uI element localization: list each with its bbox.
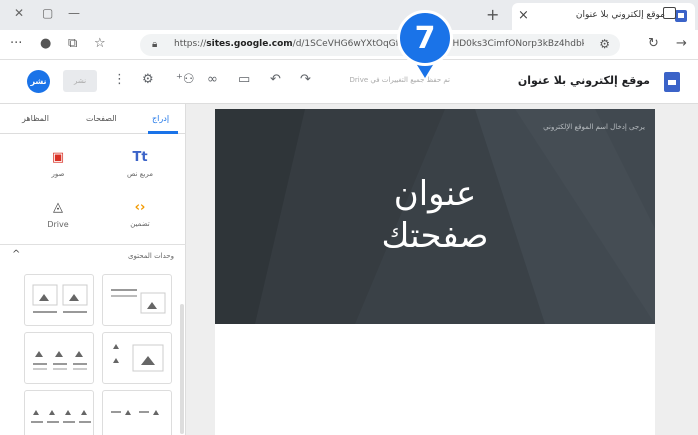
insert-panel: إدراج الصفحات المظاهر Tt مربع نص ▣ صور ‹…: [0, 104, 186, 435]
favorites-icon[interactable]: ☆: [94, 37, 106, 51]
window-minimize-icon[interactable]: —: [68, 6, 80, 20]
tab-title: موقع إلكتروني بلا عنوان: [575, 10, 665, 20]
layout-three-images-preview: [33, 351, 87, 370]
tab-insert[interactable]: إدراج: [152, 114, 169, 123]
chevron-up-icon[interactable]: ^: [12, 249, 20, 260]
undo-icon[interactable]: ↶: [270, 72, 281, 88]
share-with-others-icon[interactable]: ⁺⚇: [176, 72, 195, 88]
tab-close-icon[interactable]: ×: [518, 8, 529, 23]
back-arrow-icon[interactable]: →: [676, 37, 687, 51]
page-title[interactable]: عنوان صفحتك: [215, 173, 655, 257]
layout-four-images[interactable]: [24, 390, 94, 435]
profile-icon[interactable]: ●: [40, 37, 51, 51]
layout-text-images-row-preview: [111, 410, 159, 415]
url-field[interactable]: 🔒︎ https://sites.google.com/d/1SCeVHG6wY…: [140, 34, 620, 56]
tab-pages[interactable]: الصفحات: [86, 114, 117, 123]
layout-text-image-preview: [111, 289, 166, 314]
layout-four-images-preview: [31, 410, 91, 423]
text-box-icon: Tt: [132, 150, 148, 165]
site-settings-icon[interactable]: ⚙: [599, 37, 610, 51]
images-tool[interactable]: ▣ صور: [28, 150, 88, 178]
more-menu-icon[interactable]: ···: [10, 37, 22, 51]
content-blocks-header[interactable]: وحدات المحتوى ^: [0, 244, 186, 266]
embed-label: تضمين: [130, 220, 150, 228]
redo-icon[interactable]: ↷: [300, 72, 311, 88]
url-text: https://sites.google.com/d/1SCeVHG6wYXtO…: [174, 39, 584, 49]
layout-two-images-preview: [32, 284, 88, 313]
page-title-line-2: صفحتك: [381, 216, 489, 256]
tab-actions-icon[interactable]: [663, 7, 676, 19]
page-title-line-1: عنوان: [393, 174, 477, 214]
embed-tool[interactable]: ‹› تضمين: [110, 200, 170, 228]
embed-icon: ‹›: [134, 200, 146, 215]
window-close-icon[interactable]: ✕: [14, 6, 24, 20]
site-name-field[interactable]: موقع إلكتروني بلا عنوان: [518, 74, 650, 87]
image-icon: ▣: [51, 150, 65, 165]
preview-icon[interactable]: ▭: [238, 72, 250, 88]
page-header-section[interactable]: يرجى إدخال اسم الموقع الإلكتروني عنوان ص…: [215, 109, 655, 324]
link-icon[interactable]: ∞: [207, 72, 218, 88]
editor-canvas[interactable]: يرجى إدخال اسم الموقع الإلكتروني عنوان ص…: [186, 104, 698, 435]
refresh-icon[interactable]: ↻: [648, 37, 659, 51]
images-label: صور: [51, 170, 65, 178]
content-blocks-label: وحدات المحتوى: [128, 252, 174, 260]
publish-button[interactable]: نشر: [27, 70, 50, 93]
active-tab-indicator: [148, 131, 178, 134]
browser-address-bar: ··· ● ⧉ ☆ 🔒︎ https://sites.google.com/d/…: [0, 30, 698, 60]
share-button[interactable]: نشر: [63, 70, 97, 92]
layout-text-images-row[interactable]: [102, 390, 172, 435]
text-box-label: مربع نص: [126, 170, 154, 178]
collections-icon[interactable]: ⧉: [68, 37, 77, 51]
window-restore-icon[interactable]: ▢: [42, 6, 53, 20]
layout-text-image[interactable]: [102, 274, 172, 326]
text-box-tool[interactable]: Tt مربع نص: [110, 150, 170, 178]
step-number-badge: 7: [397, 10, 453, 66]
new-tab-button[interactable]: +: [486, 5, 499, 24]
sites-editor-toolbar: نشر نشر ⋮ ⚙ ⁺⚇ ∞ ▭ ↶ ↷ تم حفظ جميع التغي…: [0, 60, 698, 104]
layout-three-images[interactable]: [24, 332, 94, 384]
sites-favicon-icon: [675, 10, 687, 22]
layout-image-list-preview: [113, 344, 164, 372]
sites-logo-icon[interactable]: [664, 72, 680, 92]
panel-scrollbar[interactable]: [180, 304, 184, 434]
drive-label: Drive: [47, 220, 69, 229]
tab-themes[interactable]: المظاهر: [22, 114, 49, 123]
lock-icon: 🔒︎: [152, 39, 158, 50]
panel-tabs: إدراج الصفحات المظاهر: [0, 104, 186, 134]
drive-tool[interactable]: ◬ Drive: [28, 200, 88, 229]
browser-tab-bar: ✕ ▢ — + × موقع إلكتروني بلا عنوان: [0, 0, 698, 30]
more-options-icon[interactable]: ⋮: [113, 72, 126, 88]
layout-image-list[interactable]: [102, 332, 172, 384]
site-page[interactable]: يرجى إدخال اسم الموقع الإلكتروني عنوان ص…: [215, 109, 655, 435]
layout-two-images[interactable]: [24, 274, 94, 326]
site-name-hint[interactable]: يرجى إدخال اسم الموقع الإلكتروني: [543, 123, 645, 131]
drive-icon: ◬: [53, 200, 63, 215]
gear-icon[interactable]: ⚙: [142, 72, 154, 88]
